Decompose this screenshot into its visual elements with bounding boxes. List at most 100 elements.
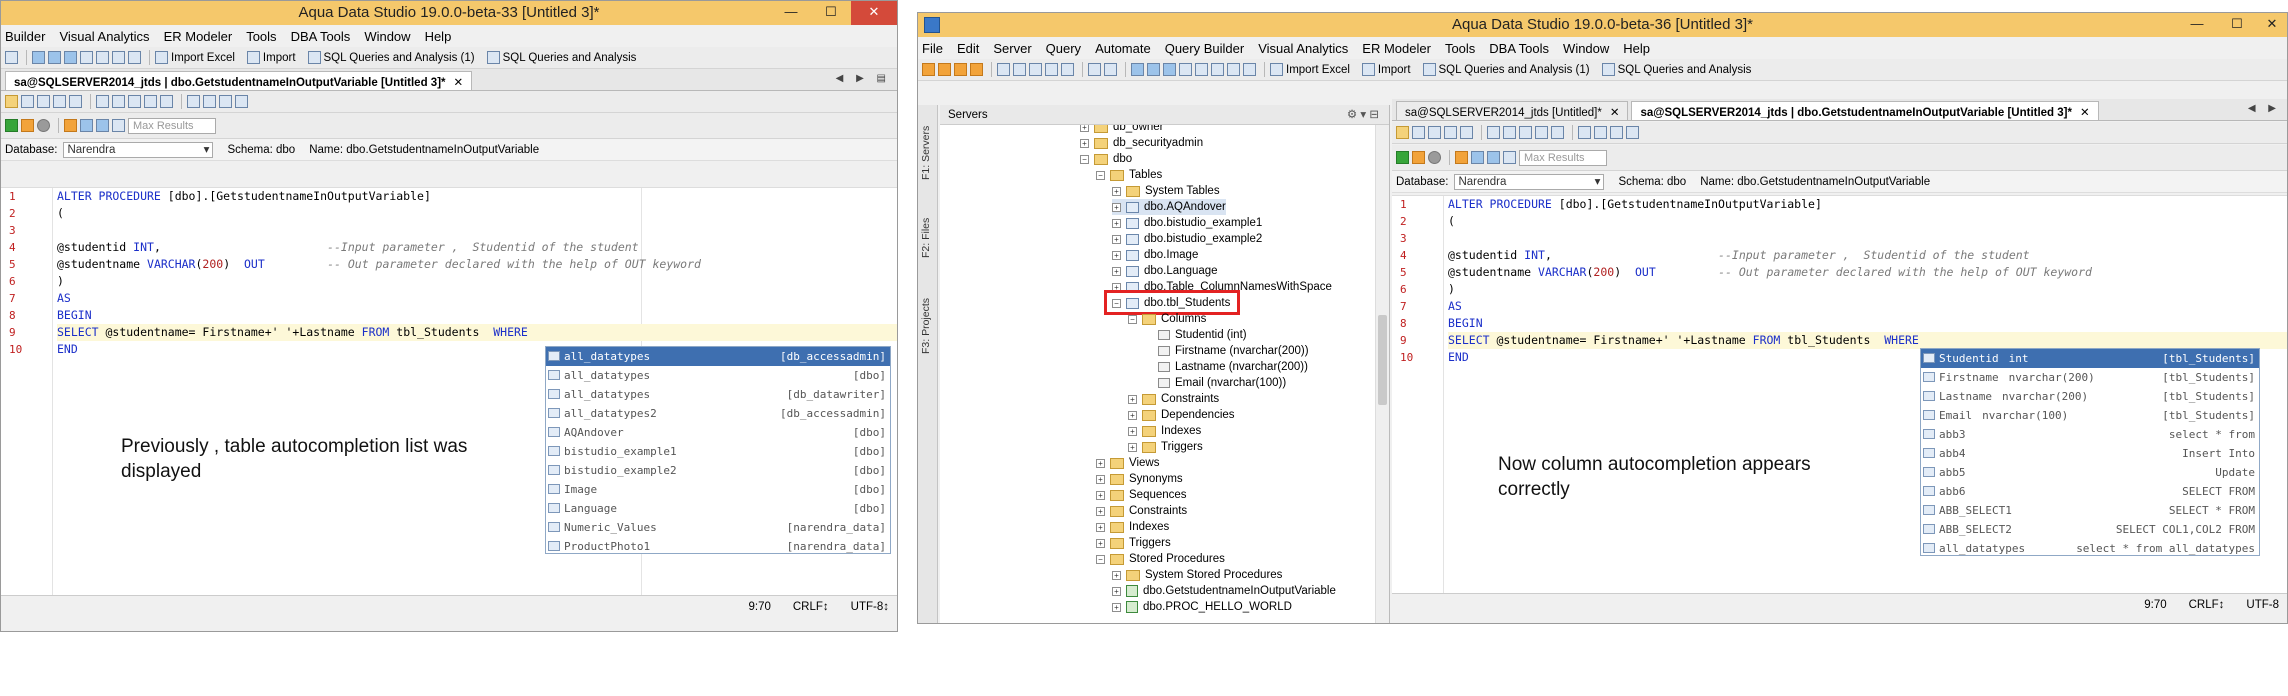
- autocomplete-item[interactable]: ABB_SELECT2 SELECT COL1,COL2 FROM: [1921, 520, 2259, 539]
- results-layout-icon[interactable]: [1487, 151, 1500, 164]
- autocomplete-item[interactable]: ABB_SELECT1 SELECT * FROM: [1921, 501, 2259, 520]
- print-icon[interactable]: [69, 95, 82, 108]
- maximize-button[interactable]: ☐: [2217, 13, 2257, 37]
- server-icon[interactable]: [970, 63, 983, 76]
- menu-window[interactable]: Window: [364, 29, 410, 44]
- execute-icon[interactable]: [1396, 151, 1409, 164]
- server-icon[interactable]: [922, 63, 935, 76]
- tree-node[interactable]: + Constraints: [1096, 503, 1187, 519]
- autocomplete-item[interactable]: ProductPhoto1 [narendra_data]: [546, 537, 890, 553]
- tree-node[interactable]: Lastname (nvarchar(200)): [1158, 359, 1308, 375]
- results-layout-icon[interactable]: [80, 119, 93, 132]
- grid-icon[interactable]: [128, 51, 141, 64]
- column-autocomplete-list[interactable]: Studentid int [tbl_Students] Firstname nvar…: [1920, 348, 2260, 556]
- menu-help[interactable]: Help: [425, 29, 452, 44]
- copy-icon[interactable]: [112, 95, 125, 108]
- autocomplete-item[interactable]: Studentid int [tbl_Students]: [1921, 349, 2259, 368]
- tree-node[interactable]: + Views: [1096, 455, 1159, 471]
- code-area[interactable]: ALTER PROCEDURE [dbo].[GetstudentnameInO…: [1448, 196, 2287, 366]
- layout-icon[interactable]: [64, 51, 77, 64]
- autocomplete-item[interactable]: bistudio_example2 [dbo]: [546, 461, 890, 480]
- tree-node[interactable]: + Constraints: [1128, 391, 1219, 407]
- import-button[interactable]: Import: [263, 52, 296, 64]
- menu-visual-analytics[interactable]: Visual Analytics: [59, 29, 149, 44]
- autocomplete-item[interactable]: abb3 select * from: [1921, 425, 2259, 444]
- menu-dba-tools[interactable]: DBA Tools: [1489, 41, 1549, 56]
- database-select[interactable]: Narendra: [63, 141, 214, 158]
- query-icon[interactable]: [1013, 63, 1026, 76]
- menu-er-modeler[interactable]: ER Modeler: [164, 29, 233, 44]
- sql-queries-window-1[interactable]: SQL Queries and Analysis (1): [324, 52, 475, 64]
- grid-icon[interactable]: [1211, 63, 1224, 76]
- grid-icon[interactable]: [1227, 63, 1240, 76]
- autocomplete-item[interactable]: Numeric_Values [narendra_data]: [546, 518, 890, 537]
- paste-icon[interactable]: [1519, 126, 1532, 139]
- autocomplete-item[interactable]: bistudio_example1 [dbo]: [546, 442, 890, 461]
- font-decrease-icon[interactable]: [235, 95, 248, 108]
- save-all-icon[interactable]: [53, 95, 66, 108]
- query-icon[interactable]: [1029, 63, 1042, 76]
- import-excel-button[interactable]: Import Excel: [171, 52, 235, 64]
- autocomplete-item[interactable]: Language [dbo]: [546, 499, 890, 518]
- sql-queries-window-2[interactable]: SQL Queries and Analysis: [1618, 64, 1752, 76]
- redo-icon[interactable]: [160, 95, 173, 108]
- autocomplete-item[interactable]: Lastname nvarchar(200) [tbl_Students]: [1921, 387, 2259, 406]
- menu-tools[interactable]: Tools: [246, 29, 276, 44]
- open-icon[interactable]: [5, 95, 18, 108]
- cut-icon[interactable]: [96, 95, 109, 108]
- menu-er-modeler[interactable]: ER Modeler: [1362, 41, 1431, 56]
- stop-icon[interactable]: [1428, 151, 1441, 164]
- autocomplete-item[interactable]: AQAndover [dbo]: [546, 423, 890, 442]
- save-icon[interactable]: [37, 95, 50, 108]
- layout-icon[interactable]: [1131, 63, 1144, 76]
- dropdown-icon[interactable]: [1104, 63, 1117, 76]
- encoding-select[interactable]: UTF-8↕: [851, 601, 889, 613]
- tree-node[interactable]: + Indexes: [1128, 423, 1201, 439]
- tree-node[interactable]: + Dependencies: [1128, 407, 1235, 423]
- autocomplete-item[interactable]: all_datatypes [db_datawriter]: [546, 385, 890, 404]
- table-autocomplete-list[interactable]: all_datatypes [db_accessadmin] all_dataty…: [545, 346, 891, 554]
- tree-node[interactable]: − dbo: [1080, 151, 1132, 167]
- find-replace-icon[interactable]: [1594, 126, 1607, 139]
- close-tab-icon[interactable]: ✕: [454, 77, 464, 89]
- tree-node[interactable]: + dbo.GetstudentnameInOutputVariable: [1112, 583, 1336, 599]
- menu-server[interactable]: Server: [993, 41, 1031, 56]
- font-increase-icon[interactable]: [1610, 126, 1623, 139]
- paste-icon[interactable]: [128, 95, 141, 108]
- tab-projects[interactable]: F3: Projects: [920, 283, 936, 369]
- line-ending-select[interactable]: CRLF↕: [2189, 599, 2225, 611]
- tree-node[interactable]: − Tables: [1096, 167, 1162, 183]
- autocomplete-item[interactable]: abb4 Insert Into: [1921, 444, 2259, 463]
- autocomplete-item[interactable]: Email nvarchar(100) [tbl_Students]: [1921, 406, 2259, 425]
- tab-navigation-icon[interactable]: ◀ ▶: [2248, 103, 2281, 114]
- find-icon[interactable]: [187, 95, 200, 108]
- grid-icon[interactable]: [80, 51, 93, 64]
- max-results-input[interactable]: Max Results: [1519, 149, 1607, 166]
- tab-query-editor[interactable]: sa@SQLSERVER2014_jtds | dbo.Getstudentna…: [5, 71, 473, 90]
- autocomplete-item[interactable]: all_datatypes [db_accessadmin]: [546, 347, 890, 366]
- grid-icon[interactable]: [1195, 63, 1208, 76]
- find-replace-icon[interactable]: [203, 95, 216, 108]
- menu-help[interactable]: Help: [1623, 41, 1650, 56]
- tree-node[interactable]: + dbo.Image: [1112, 247, 1198, 263]
- maximize-button[interactable]: ☐: [811, 1, 851, 25]
- tree-node[interactable]: + Triggers: [1096, 535, 1171, 551]
- stop-icon[interactable]: [37, 119, 50, 132]
- results-layout-icon[interactable]: [96, 119, 109, 132]
- wand-icon[interactable]: [64, 119, 77, 132]
- tree-node[interactable]: + dbo.PROC_HELLO_WORLD: [1112, 599, 1292, 615]
- autocomplete-item[interactable]: all_datatypes select * from all_datatypes: [1921, 539, 2259, 555]
- server-icon[interactable]: [938, 63, 951, 76]
- tree-node[interactable]: + dbo.bistudio_example2: [1112, 231, 1262, 247]
- font-decrease-icon[interactable]: [1626, 126, 1639, 139]
- grid-icon[interactable]: [1243, 63, 1256, 76]
- query-icon[interactable]: [1061, 63, 1074, 76]
- undo-icon[interactable]: [1535, 126, 1548, 139]
- cut-icon[interactable]: [1487, 126, 1500, 139]
- execute-current-icon[interactable]: [1412, 151, 1425, 164]
- menu-window[interactable]: Window: [1563, 41, 1609, 56]
- autocomplete-item[interactable]: abb6 SELECT FROM: [1921, 482, 2259, 501]
- save-all-icon[interactable]: [1444, 126, 1457, 139]
- tree-node[interactable]: + System Stored Procedures: [1112, 567, 1282, 583]
- grid-icon[interactable]: [96, 51, 109, 64]
